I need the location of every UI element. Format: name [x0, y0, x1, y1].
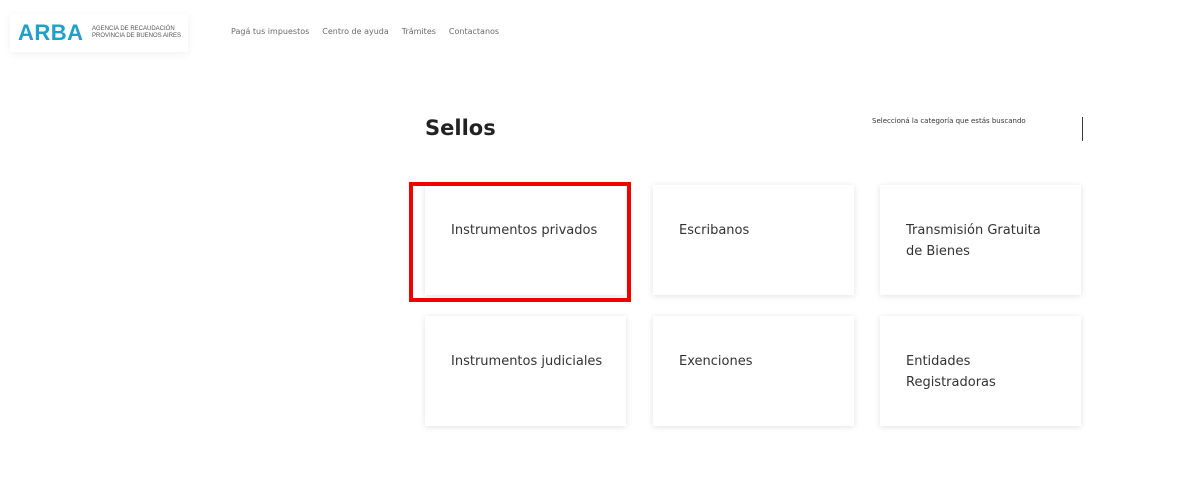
nav-tramites[interactable]: Trámites — [402, 27, 436, 36]
card-entidades-registradoras[interactable]: Entidades Registradoras — [880, 316, 1081, 426]
nav-centro-de-ayuda[interactable]: Centro de ayuda — [322, 27, 389, 36]
logo-wordmark: ARBA — [18, 20, 84, 45]
logo-subtitle-line-2: PROVINCIA DE BUENOS AIRES — [92, 33, 182, 39]
site-header: ARBA AGENCIA DE RECAUDACIÓN PROVINCIA DE… — [0, 0, 1197, 66]
nav-paga-tus-impuestos[interactable]: Pagá tus impuestos — [231, 27, 309, 36]
card-label: Instrumentos privados — [451, 223, 598, 238]
card-escribanos[interactable]: Escribanos — [653, 185, 854, 295]
card-transmision-gratuita-de-bienes[interactable]: Transmisión Gratuita de Bienes — [880, 185, 1081, 295]
card-instrumentos-privados[interactable]: Instrumentos privados — [425, 185, 626, 295]
card-instrumentos-judiciales[interactable]: Instrumentos judiciales — [425, 316, 626, 426]
main-nav: Pagá tus impuestos Centro de ayuda Trámi… — [231, 27, 499, 36]
hint-divider — [1082, 117, 1083, 141]
card-label: Escribanos — [679, 223, 750, 238]
card-label: Exenciones — [679, 354, 753, 369]
category-hint: Seleccioná la categoría que estás buscan… — [872, 117, 1026, 125]
logo-subtitle-line-1: AGENCIA DE RECAUDACIÓN — [92, 26, 175, 32]
page-title: Sellos — [425, 116, 496, 140]
card-label: Transmisión Gratuita de Bienes — [906, 223, 1041, 259]
card-exenciones[interactable]: Exenciones — [653, 316, 854, 426]
nav-contactanos[interactable]: Contactanos — [449, 27, 499, 36]
card-label: Entidades Registradoras — [906, 354, 996, 390]
logo-subtitle: AGENCIA DE RECAUDACIÓN PROVINCIA DE BUEN… — [92, 26, 181, 40]
arba-logo[interactable]: ARBA AGENCIA DE RECAUDACIÓN PROVINCIA DE… — [10, 14, 188, 52]
card-label: Instrumentos judiciales — [451, 354, 603, 369]
